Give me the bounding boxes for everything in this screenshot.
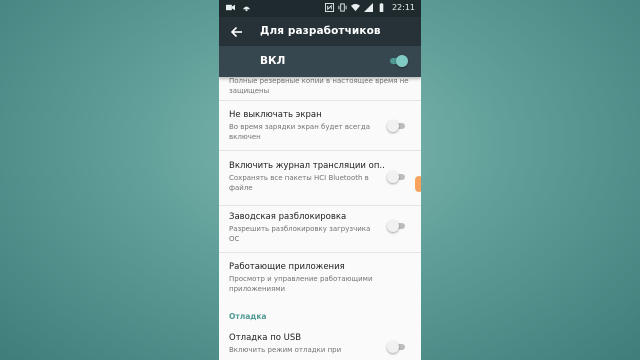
item-title: Не выключать экран xyxy=(229,110,322,120)
status-bar: 22:11 xyxy=(219,0,421,17)
item-title: Заводская разблокировка xyxy=(229,212,347,222)
item-subtitle: Сохранять все пакеты HCI Bluetooth в фай… xyxy=(229,174,369,192)
scroll-indicator[interactable] xyxy=(415,176,421,192)
master-switch-bar[interactable]: ВКЛ xyxy=(219,46,421,77)
item-title: Работающие приложения xyxy=(229,262,345,272)
toolbar: Для разработчиков xyxy=(219,17,421,46)
list-item-running-services[interactable]: Работающие приложения Просмотр и управле… xyxy=(219,252,421,304)
toggle-thumb xyxy=(387,120,399,132)
signal-icon xyxy=(363,3,373,12)
toggle-thumb xyxy=(387,171,399,183)
item-title: Отладка по USB xyxy=(229,333,302,343)
nfc-icon xyxy=(324,3,334,12)
master-toggle[interactable] xyxy=(388,55,408,67)
section-header-debugging: Отладка xyxy=(229,312,267,321)
toggle-thumb xyxy=(387,341,399,353)
status-time: 22:11 xyxy=(391,3,415,12)
video-icon xyxy=(226,4,235,11)
list-item-bluetooth-hci-log[interactable]: Включить журнал трансляции оп.. Сохранят… xyxy=(219,150,421,206)
oem-unlock-toggle[interactable] xyxy=(387,220,407,232)
settings-list: Полные резервные копии в настоящее время… xyxy=(219,77,421,360)
toggle-thumb xyxy=(396,55,408,67)
bluetooth-log-toggle[interactable] xyxy=(387,171,407,183)
item-subtitle: Во время зарядки экран будет всегда вклю… xyxy=(229,123,371,141)
item-subtitle: Просмотр и управление работающими прилож… xyxy=(229,275,373,293)
stay-awake-toggle[interactable] xyxy=(387,120,407,132)
item-subtitle: Полные резервные копии в настоящее время… xyxy=(229,77,409,95)
item-subtitle: Включить режим отладки при xyxy=(229,346,342,354)
item-title: Включить журнал трансляции оп.. xyxy=(229,161,385,171)
list-item-oem-unlock[interactable]: Заводская разблокировка Разрешить разбло… xyxy=(219,205,421,253)
vibrate-icon xyxy=(338,3,347,12)
wifi-icon xyxy=(350,3,360,12)
battery-icon xyxy=(379,3,384,12)
arrow-back-icon[interactable] xyxy=(229,24,245,40)
usb-debugging-toggle[interactable] xyxy=(387,341,407,353)
toggle-thumb xyxy=(387,220,399,232)
master-switch-label: ВКЛ xyxy=(260,55,286,67)
page-title: Для разработчиков xyxy=(260,25,381,37)
phone-screen: 22:11 Для разработчиков ВКЛ Полные резер… xyxy=(219,0,421,360)
notification-icon xyxy=(242,6,251,12)
list-item-backup-partial[interactable]: Полные резервные копии в настоящее время… xyxy=(219,77,421,101)
item-subtitle: Разрешить разблокировку загрузчика ОС xyxy=(229,225,371,243)
list-item-stay-awake[interactable]: Не выключать экран Во время зарядки экра… xyxy=(219,100,421,151)
list-item-usb-debugging[interactable]: Отладка по USB Включить режим отладки пр… xyxy=(219,327,421,360)
